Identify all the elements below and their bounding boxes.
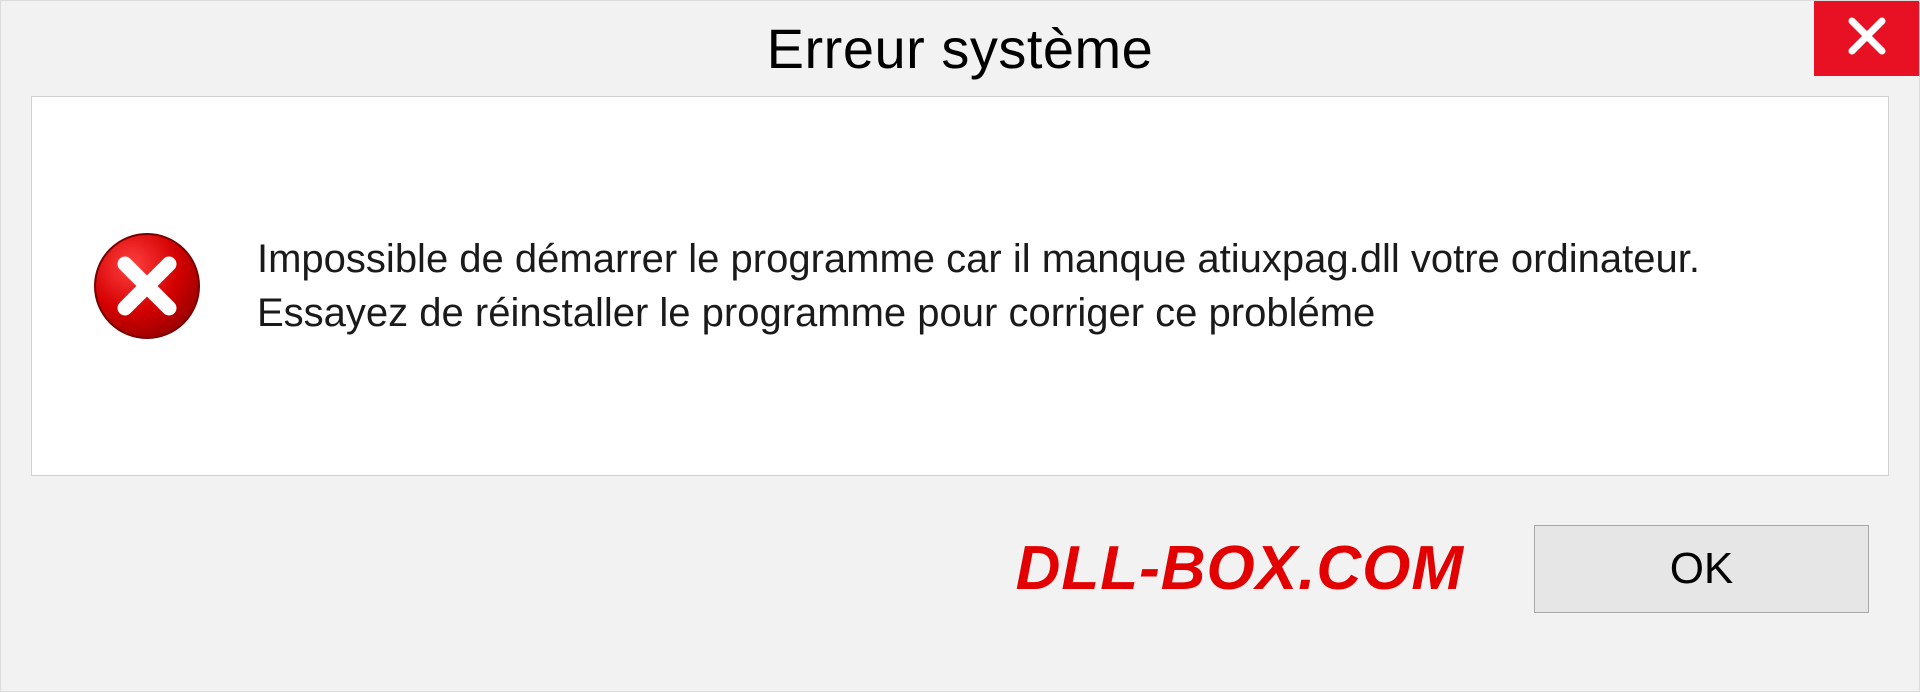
- dialog-title: Erreur système: [767, 16, 1154, 81]
- ok-button[interactable]: OK: [1534, 525, 1869, 613]
- error-message: Impossible de démarrer le programme car …: [257, 232, 1828, 340]
- brand-watermark: DLL-BOX.COM: [1016, 533, 1464, 604]
- close-button[interactable]: [1814, 1, 1919, 76]
- titlebar: Erreur système: [1, 1, 1919, 96]
- dialog-footer: DLL-BOX.COM OK: [1, 476, 1919, 661]
- error-icon: [92, 231, 202, 341]
- error-dialog: Erreur système: [0, 0, 1920, 692]
- dialog-body: Impossible de démarrer le programme car …: [31, 96, 1889, 476]
- close-icon: [1846, 15, 1888, 62]
- ok-button-label: OK: [1670, 544, 1734, 594]
